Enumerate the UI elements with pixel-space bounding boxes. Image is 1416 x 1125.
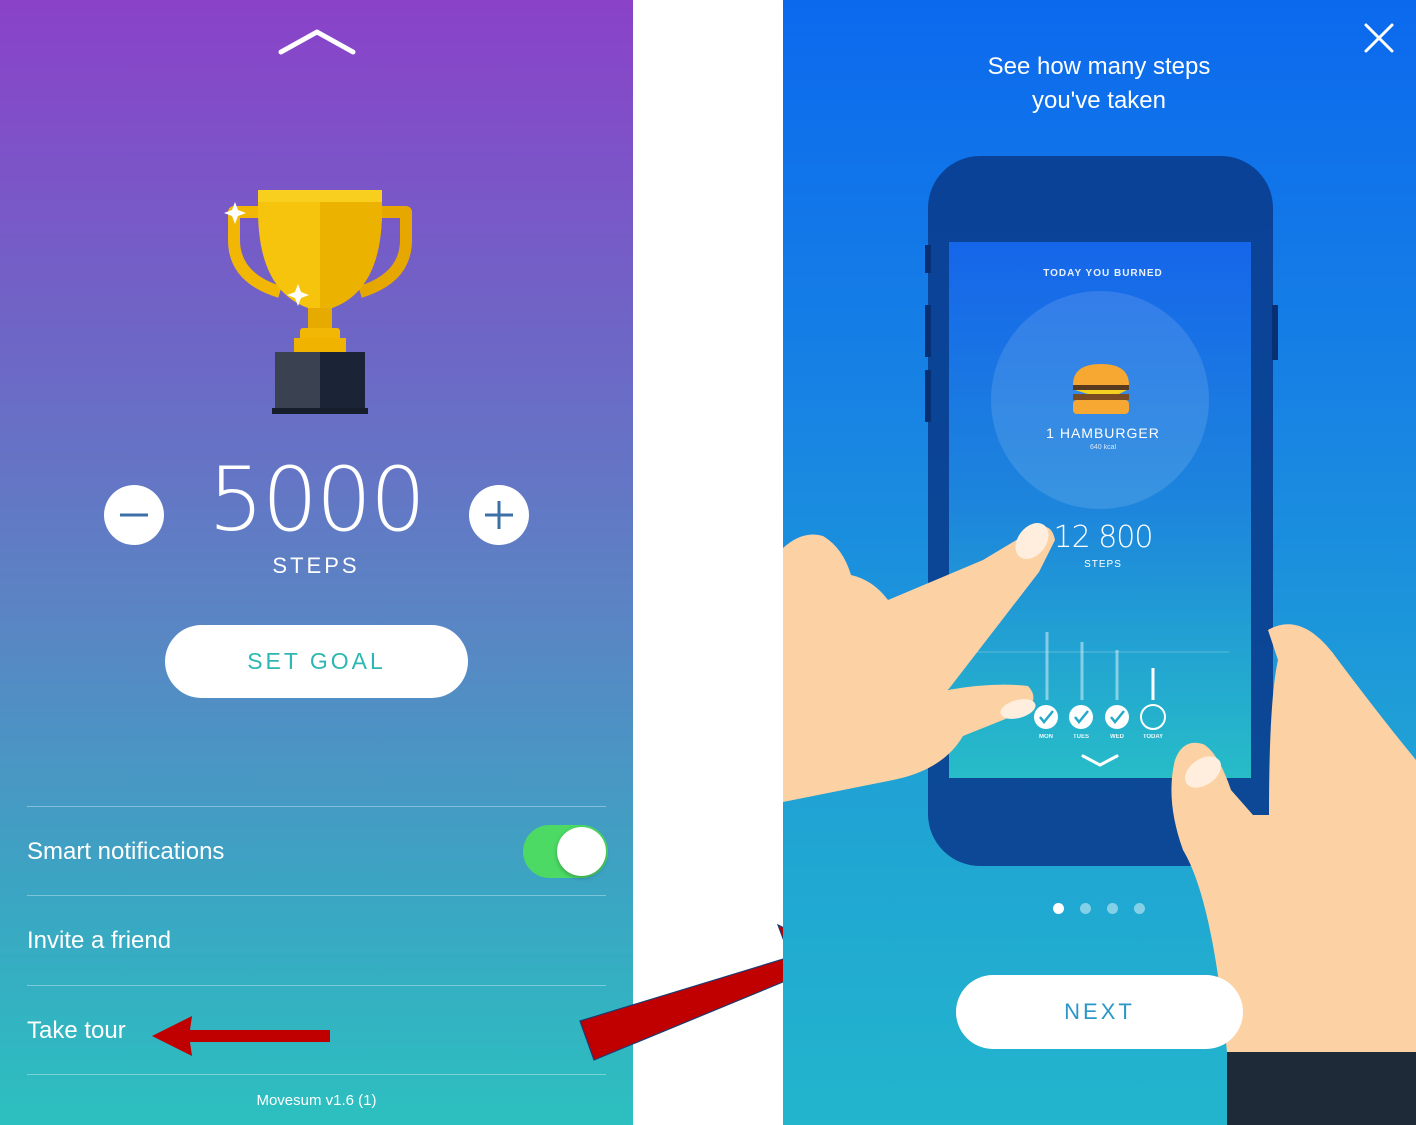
set-goal-button[interactable]: SET GOAL <box>165 625 468 698</box>
app-version: Movesum v1.6 (1) <box>256 1092 377 1109</box>
hamburger-icon <box>1073 364 1129 414</box>
smart-notifications-label: Smart notifications <box>27 838 225 865</box>
decrease-goal-button[interactable] <box>104 485 164 545</box>
steps-unit: STEPS <box>1084 559 1122 570</box>
divider <box>27 1074 606 1075</box>
menu-item-invite-friend[interactable]: Invite a friend <box>27 897 606 985</box>
smart-notifications-toggle[interactable] <box>523 825 608 878</box>
chart-axis-label: 15 000 <box>958 649 977 655</box>
menu-item-smart-notifications: Smart notifications <box>27 808 606 896</box>
food-kcal: 640 kcal <box>1089 444 1117 451</box>
goal-value: 5000 <box>208 448 426 551</box>
sleeve <box>1227 1052 1416 1125</box>
page-dot-4[interactable] <box>1134 903 1145 914</box>
divider <box>27 806 606 807</box>
steps-count: 12 800 <box>1053 520 1154 555</box>
settings-screen: 5000 STEPS SET GOAL Smart notifications … <box>0 0 633 1125</box>
trophy-icon <box>224 190 412 414</box>
take-tour-label: Take tour <box>27 1017 126 1044</box>
invite-friend-label: Invite a friend <box>27 927 172 954</box>
chevron-up-icon[interactable] <box>277 26 357 60</box>
day-label: TODAY <box>1142 734 1164 740</box>
next-button[interactable]: NEXT <box>956 975 1243 1049</box>
tour-screen: See how many steps you've taken TODAY YO… <box>783 0 1416 1125</box>
page-dot-1[interactable] <box>1053 903 1064 914</box>
toggle-knob <box>557 827 606 876</box>
plus-icon <box>485 501 513 529</box>
burned-heading: TODAY YOU BURNED <box>1043 268 1163 279</box>
annotation-arrow-left <box>152 1016 330 1056</box>
page-dot-2[interactable] <box>1080 903 1091 914</box>
page-dot-3[interactable] <box>1107 903 1118 914</box>
day-label: WED <box>1110 734 1124 740</box>
food-equivalent: 1 HAMBURGER <box>1046 425 1160 441</box>
increase-goal-button[interactable] <box>469 485 529 545</box>
minus-icon <box>120 513 148 517</box>
goal-unit-label: STEPS <box>272 553 360 578</box>
divider <box>27 895 606 896</box>
day-label: MON <box>1039 734 1053 740</box>
day-label: TUES <box>1072 734 1089 740</box>
divider <box>27 985 606 986</box>
